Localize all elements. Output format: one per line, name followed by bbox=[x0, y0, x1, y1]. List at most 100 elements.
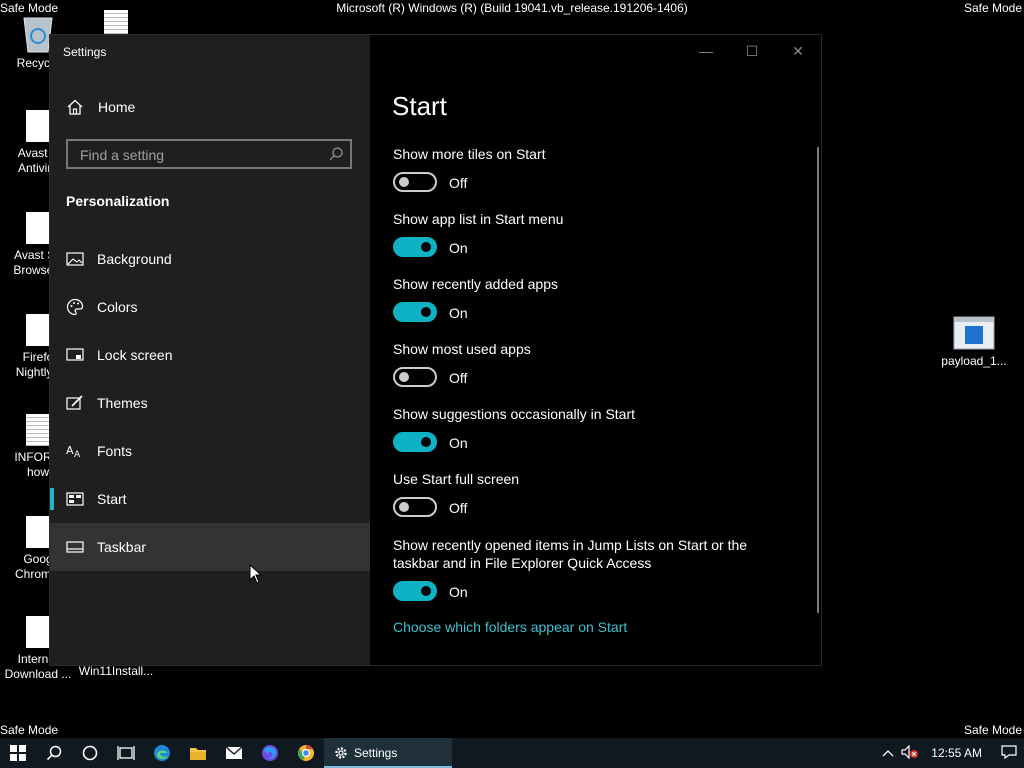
windows-logo-icon bbox=[10, 745, 26, 761]
task-view-button[interactable] bbox=[108, 738, 144, 768]
taskbar-app-label: Settings bbox=[354, 746, 398, 760]
taskbar-icon bbox=[65, 541, 85, 553]
palette-icon bbox=[65, 298, 85, 316]
chrome-button[interactable] bbox=[288, 738, 324, 768]
choose-folders-link[interactable]: Choose which folders appear on Start bbox=[393, 619, 627, 635]
toggle-show-app-list[interactable] bbox=[393, 237, 437, 257]
option-label: Show recently added apps bbox=[393, 276, 558, 292]
file-icon bbox=[26, 212, 50, 244]
desktop-icon-payload[interactable]: payload_1... bbox=[936, 316, 1012, 369]
toggle-show-more-tiles[interactable] bbox=[393, 172, 437, 192]
show-hidden-icons-chevron-up-icon[interactable] bbox=[877, 746, 899, 760]
chrome-icon bbox=[298, 744, 314, 761]
sidebar-item-colors[interactable]: Colors bbox=[50, 283, 370, 331]
sidebar-item-label: Themes bbox=[97, 395, 148, 411]
desktop-icon-win11install[interactable]: Win11Install... bbox=[78, 664, 154, 679]
firefox-icon bbox=[262, 745, 278, 761]
sidebar-item-label: Start bbox=[97, 491, 127, 507]
search-icon bbox=[329, 147, 343, 161]
safe-mode-label: Safe Mode bbox=[963, 723, 1022, 737]
mouse-cursor-icon bbox=[249, 564, 263, 584]
sidebar-item-taskbar[interactable]: Taskbar bbox=[50, 523, 370, 571]
toggle-state: Off bbox=[449, 370, 468, 386]
search-input[interactable] bbox=[78, 146, 322, 164]
system-tray: 12:55 AM bbox=[877, 738, 1024, 768]
file-icon bbox=[26, 516, 50, 548]
option-label: Show recently opened items in Jump Lists… bbox=[393, 537, 748, 571]
file-icon bbox=[26, 110, 50, 142]
file-explorer-button[interactable] bbox=[180, 738, 216, 768]
sidebar-item-fonts[interactable]: AA Fonts bbox=[50, 427, 370, 475]
option-label: Use Start full screen bbox=[393, 471, 520, 487]
image-icon bbox=[65, 252, 85, 266]
home-icon bbox=[67, 99, 83, 115]
option-label: Show most used apps bbox=[393, 341, 531, 357]
toggle-knob bbox=[421, 437, 431, 447]
toggle-knob bbox=[421, 586, 431, 596]
sidebar-item-themes[interactable]: Themes bbox=[50, 379, 370, 427]
desktop-icon-label: Win11Install... bbox=[78, 664, 154, 678]
selection-indicator bbox=[50, 488, 54, 510]
action-center-icon[interactable] bbox=[994, 744, 1024, 762]
toggle-show-suggestions[interactable] bbox=[393, 432, 437, 452]
start-icon bbox=[65, 492, 85, 506]
sidebar-item-lock-screen[interactable]: Lock screen bbox=[50, 331, 370, 379]
start-button[interactable] bbox=[0, 738, 36, 768]
sidebar-item-label: Colors bbox=[97, 299, 138, 315]
folder-icon bbox=[190, 747, 206, 760]
sidebar-item-label: Background bbox=[97, 251, 172, 267]
mail-button[interactable] bbox=[216, 738, 252, 768]
task-view-icon bbox=[117, 746, 135, 760]
toggle-state: Off bbox=[449, 175, 468, 191]
window-title: Settings bbox=[63, 45, 107, 59]
option-label: Show suggestions occasionally in Start bbox=[393, 406, 636, 422]
svg-text:A: A bbox=[66, 444, 74, 457]
gear-icon bbox=[335, 747, 347, 759]
edge-icon bbox=[154, 745, 170, 761]
sidebar-item-label: Fonts bbox=[97, 443, 133, 459]
window-file-icon bbox=[953, 316, 995, 350]
toggle-state: On bbox=[449, 435, 468, 451]
page-title: Start bbox=[392, 91, 447, 121]
toggle-knob bbox=[421, 242, 431, 252]
volume-muted-icon[interactable] bbox=[899, 744, 921, 762]
toggle-state: On bbox=[449, 240, 468, 256]
toggle-show-most-used[interactable] bbox=[393, 367, 437, 387]
cortana-button[interactable] bbox=[72, 738, 108, 768]
toggle-full-screen[interactable] bbox=[393, 497, 437, 517]
minimize-button[interactable]: — bbox=[683, 41, 729, 61]
home-label: Home bbox=[98, 99, 136, 115]
file-icon bbox=[26, 314, 50, 346]
clock[interactable]: 12:55 AM bbox=[931, 746, 982, 760]
toggle-show-recently-added[interactable] bbox=[393, 302, 437, 322]
firefox-button[interactable] bbox=[252, 738, 288, 768]
sidebar-item-background[interactable]: Background bbox=[50, 235, 370, 283]
scrollbar[interactable] bbox=[817, 147, 819, 613]
text-file-icon bbox=[26, 414, 50, 446]
taskbar: Settings 12:55 AM bbox=[0, 738, 1024, 768]
search-box[interactable] bbox=[66, 139, 352, 169]
sidebar-item-start[interactable]: Start bbox=[50, 475, 370, 523]
desktop-icon-label: payload_1... bbox=[941, 354, 1007, 368]
settings-content: — ☐ ✕ Start Show more tiles on Start Off… bbox=[370, 35, 821, 665]
file-icon bbox=[26, 616, 50, 648]
edge-button[interactable] bbox=[144, 738, 180, 768]
toggle-state: On bbox=[449, 584, 468, 600]
themes-icon bbox=[65, 395, 85, 411]
toggle-jump-lists[interactable] bbox=[393, 581, 437, 601]
search-button[interactable] bbox=[36, 738, 72, 768]
home-nav-item[interactable]: Home bbox=[66, 99, 135, 115]
maximize-button[interactable]: ☐ bbox=[729, 41, 775, 61]
toggle-knob bbox=[421, 307, 431, 317]
settings-sidebar: Settings Home Personalization Background bbox=[50, 35, 370, 665]
safe-mode-label: Safe Mode bbox=[0, 723, 59, 737]
fonts-icon: AA bbox=[65, 444, 85, 458]
toggle-state: Off bbox=[449, 500, 468, 516]
sidebar-item-label: Taskbar bbox=[97, 539, 147, 555]
section-title: Personalization bbox=[66, 193, 170, 209]
svg-text:A: A bbox=[74, 450, 81, 458]
toggle-knob bbox=[399, 502, 409, 512]
taskbar-settings-app[interactable]: Settings bbox=[324, 738, 452, 768]
close-button[interactable]: ✕ bbox=[775, 41, 821, 61]
sidebar-item-label: Lock screen bbox=[97, 347, 173, 363]
